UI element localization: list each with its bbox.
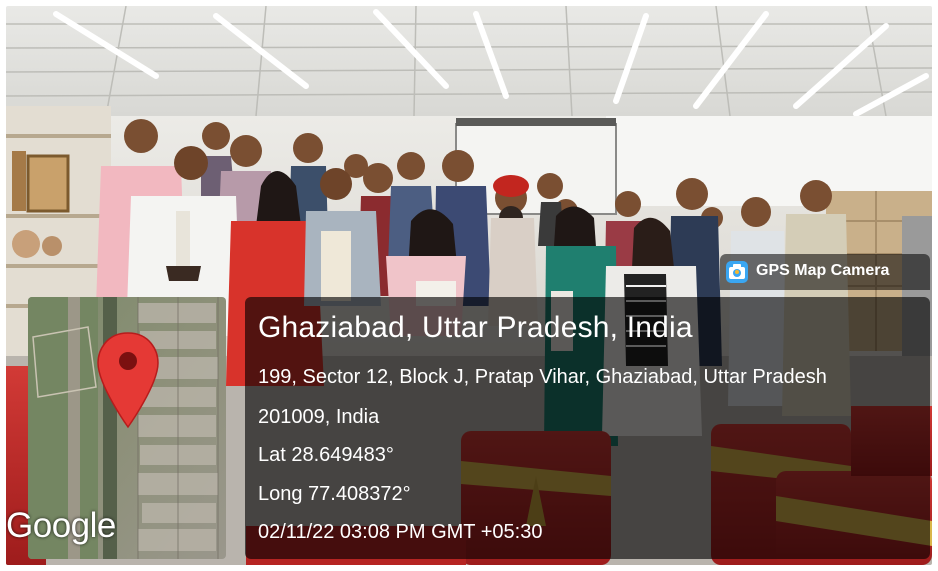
photo-frame: GPS Map Camera Google Ghaziabad, Uttar P… (6, 6, 932, 565)
group-photo (6, 6, 932, 565)
